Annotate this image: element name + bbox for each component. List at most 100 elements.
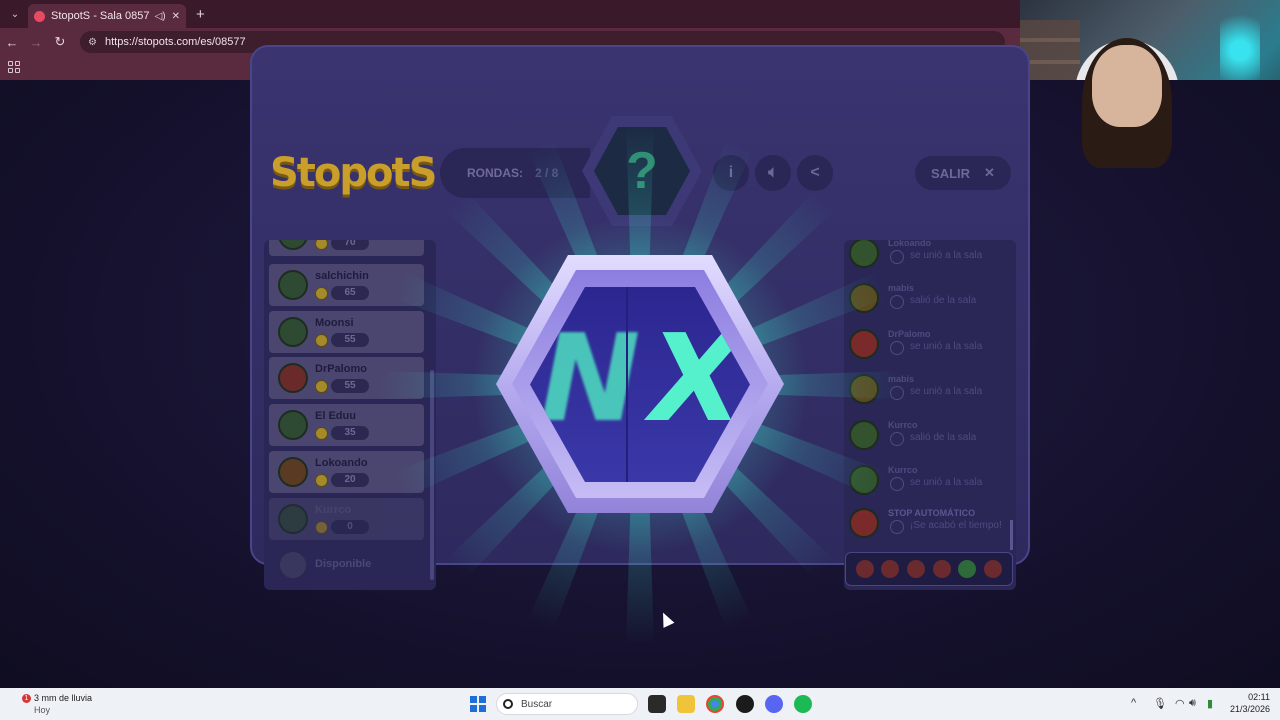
stopots-favicon-icon: [34, 10, 45, 22]
file-explorer-icon[interactable]: [677, 695, 695, 713]
chat-bubble-icon: [890, 295, 904, 309]
chat-bubble-icon: [890, 250, 904, 264]
emoji-devil-icon[interactable]: [984, 560, 1003, 578]
taskbar-search[interactable]: Buscar: [496, 693, 638, 715]
player-card[interactable]: Kurrco 0: [269, 498, 424, 540]
player-avatar: [278, 270, 308, 300]
chat-entry: STOP AUTOMÁTICO ¡Se acabó el tiempo!: [848, 506, 1008, 550]
close-icon: ✕: [984, 165, 995, 180]
speaker-icon: 🔈︎: [768, 164, 778, 181]
tray-chevron-icon[interactable]: ^: [1131, 697, 1136, 709]
player-avatar: [278, 457, 308, 487]
clock-time: 02:11: [1248, 692, 1270, 702]
chat-avatar: [849, 420, 879, 450]
chat-entry: Kurrco salió de la sala: [848, 418, 1008, 462]
share-icon: <: [810, 164, 820, 181]
streamer-face: [1092, 45, 1162, 127]
player-card[interactable]: El Eduu 35: [269, 404, 424, 446]
emoji-sad-icon[interactable]: [907, 560, 926, 578]
chat-author: mabis: [888, 283, 915, 293]
coin-icon: [315, 521, 328, 534]
emoji-wow-icon[interactable]: [932, 560, 951, 578]
microphone-icon[interactable]: 🎙︎: [1153, 697, 1167, 710]
exit-button[interactable]: SALIR ✕: [915, 156, 1011, 190]
chat-message: se unió a la sala: [910, 386, 983, 397]
reload-icon[interactable]: ↻: [48, 34, 72, 50]
player-name: Moonsi: [315, 317, 354, 329]
tab-search-chevron-icon[interactable]: ⌄: [4, 3, 26, 25]
player-points: 0: [331, 520, 369, 534]
player-card[interactable]: Moonsi 55: [269, 311, 424, 353]
chat-message: se unió a la sala: [910, 341, 983, 352]
volume-icon[interactable]: 🔊︎: [1189, 697, 1196, 710]
windows-taskbar: 1 3 mm de lluvia Hoy Buscar ^ 🎙︎ ◠ 🔊︎ ▮ …: [0, 688, 1280, 720]
forward-arrow-icon[interactable]: →: [24, 35, 48, 50]
player-avatar: [278, 240, 308, 250]
player-name: salchichin: [315, 270, 369, 282]
coin-icon: [315, 334, 328, 347]
discord-icon[interactable]: [765, 695, 783, 713]
tab-close-icon[interactable]: ✕: [172, 11, 180, 22]
player-card[interactable]: 70: [269, 240, 424, 256]
chat-message: se unió a la sala: [910, 250, 983, 261]
chat-avatar: [849, 329, 879, 359]
weather-widget[interactable]: 1 3 mm de lluvia Hoy: [18, 692, 108, 716]
chat-author: Kurrco: [888, 420, 918, 430]
url-text: https://stopots.com/es/08577: [104, 36, 246, 48]
chat-bubble-icon: [890, 341, 904, 355]
obs-icon[interactable]: [736, 695, 754, 713]
player-points: 55: [331, 379, 369, 393]
player-name: Lokoando: [315, 457, 368, 469]
clock[interactable]: 02:11 21/3/2026: [1230, 691, 1270, 715]
site-settings-icon[interactable]: ⚙: [88, 37, 97, 48]
roulette-divider: [626, 287, 628, 482]
browser-tab[interactable]: StopotS - Sala 08577 ◁) ✕: [28, 4, 186, 28]
chat-author: Lokoando: [888, 240, 931, 248]
new-tab-plus-icon[interactable]: +: [196, 6, 205, 23]
available-slot: Disponible: [269, 544, 424, 586]
sound-button[interactable]: 🔈︎: [755, 155, 791, 191]
emoji-sick-icon[interactable]: [958, 560, 977, 578]
back-arrow-icon[interactable]: ←: [0, 35, 24, 50]
chat-bubble-icon: [890, 520, 904, 534]
chat-message: salió de la sala: [910, 432, 977, 443]
coin-icon: [315, 427, 328, 440]
spotify-icon[interactable]: [794, 695, 812, 713]
emoji-reaction-bar: [845, 552, 1013, 586]
tab-title: StopotS - Sala 08577: [51, 10, 149, 22]
tab-audio-icon[interactable]: ◁): [155, 11, 166, 22]
chat-avatar: [849, 240, 879, 268]
player-points: 35: [331, 426, 369, 440]
chat-scrollbar[interactable]: [1010, 520, 1013, 550]
chat-bubble-icon: [890, 432, 904, 446]
weather-line2: Hoy: [34, 705, 51, 715]
player-name: Kurrco: [315, 504, 352, 516]
emoji-laugh-icon[interactable]: [881, 560, 900, 578]
windows-start-icon[interactable]: [470, 696, 486, 712]
weather-line1: 3 mm de lluvia: [34, 693, 93, 703]
player-avatar: [278, 504, 308, 534]
task-view-icon[interactable]: [648, 695, 666, 713]
coin-icon: [315, 240, 328, 250]
stopots-logo: StopotS: [270, 150, 437, 196]
search-placeholder: Buscar: [521, 698, 553, 710]
browser-tabbar: ⌄ StopotS - Sala 08577 ◁) ✕ +: [0, 0, 1020, 28]
battery-icon[interactable]: ▮: [1207, 697, 1213, 710]
coin-icon: [315, 287, 328, 300]
chat-message: se unió a la sala: [910, 477, 983, 488]
available-label: Disponible: [315, 558, 372, 570]
weather-badge: 1: [22, 694, 31, 703]
wifi-icon[interactable]: ◠: [1175, 697, 1185, 710]
coin-icon: [315, 380, 328, 393]
apps-grid-icon[interactable]: [8, 61, 20, 73]
share-button[interactable]: <: [797, 155, 833, 191]
emoji-angry-icon[interactable]: [855, 560, 874, 578]
empty-avatar-icon: [278, 550, 308, 580]
player-avatar: [278, 317, 308, 347]
chat-author: Kurrco: [888, 465, 918, 475]
chat-message: salió de la sala: [910, 295, 977, 306]
chat-avatar: [849, 508, 879, 538]
player-points: 65: [331, 286, 369, 300]
chrome-icon[interactable]: [706, 695, 724, 713]
exit-label: SALIR: [931, 165, 971, 181]
